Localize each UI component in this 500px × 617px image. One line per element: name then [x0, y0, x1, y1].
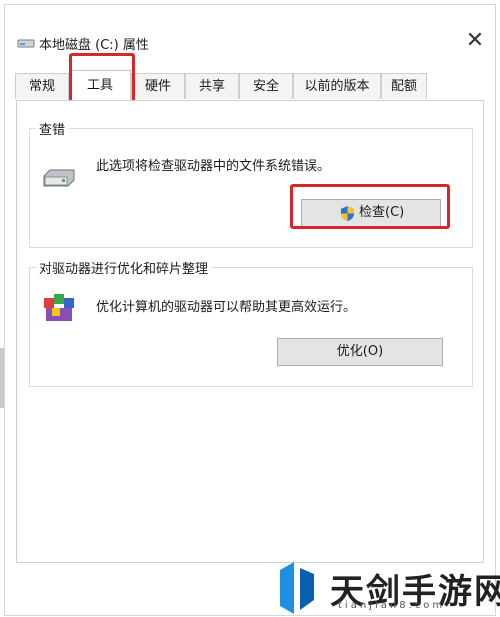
tab-security[interactable]: 安全	[239, 73, 293, 99]
optimize-button[interactable]: 优化(O)	[277, 338, 443, 366]
error-check-description: 此选项将检查驱动器中的文件系统错误。	[96, 159, 331, 174]
error-check-group: 查错 此选项将检查驱动器中的文件系统错误。 检查(C)	[29, 119, 473, 248]
check-button-highlight	[290, 184, 450, 229]
close-button[interactable]: ✕	[461, 27, 489, 55]
tab-general[interactable]: 常规	[15, 73, 69, 99]
defrag-icon	[44, 294, 74, 321]
optimize-label: 对驱动器进行优化和碎片整理	[36, 258, 212, 277]
properties-window: 本地磁盘 (C:) 属性 ✕ 常规 工具 硬件 共享 安全 以前的版本 配额 查…	[4, 4, 496, 616]
window-title: 本地磁盘 (C:) 属性	[39, 38, 149, 53]
tab-quota[interactable]: 配额	[381, 73, 427, 99]
tools-panel: 查错 此选项将检查驱动器中的文件系统错误。 检查(C) 对驱动器进行优化和碎片整…	[16, 100, 484, 563]
optimize-description: 优化计算机的驱动器可以帮助其更高效运行。	[96, 300, 357, 315]
watermark: 天剑手游网 tianjian8.com	[270, 560, 500, 615]
watermark-subtext: tianjian8.com	[338, 600, 446, 611]
drive-icon	[17, 39, 35, 48]
tab-hardware[interactable]: 硬件	[131, 73, 185, 99]
tab-previous-versions[interactable]: 以前的版本	[293, 73, 381, 99]
tab-sharing[interactable]: 共享	[185, 73, 239, 99]
tools-tab-highlight	[69, 53, 135, 103]
optimize-group: 对驱动器进行优化和碎片整理 优化计算机的驱动器可以帮助其更高效运行。 优化(O)	[29, 258, 473, 387]
watermark-logo-icon	[280, 562, 314, 614]
hard-drive-icon	[43, 169, 75, 187]
error-check-label: 查错	[36, 119, 69, 138]
